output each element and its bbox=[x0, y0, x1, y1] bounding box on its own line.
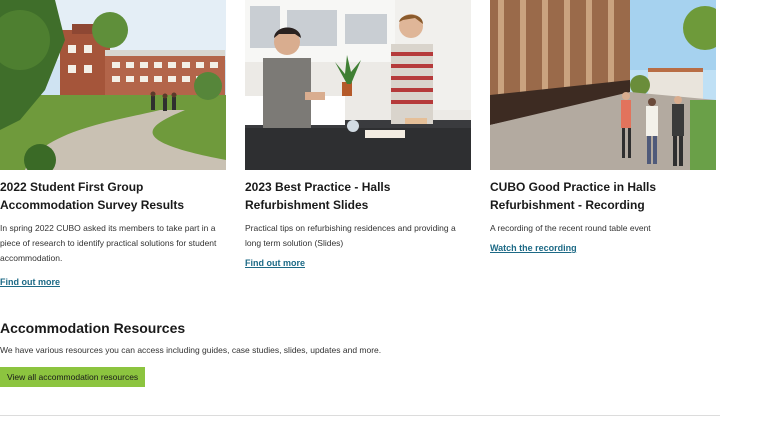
find-out-more-link[interactable]: Find out more bbox=[245, 258, 305, 268]
kitchen-photo-illustration bbox=[245, 0, 471, 170]
halls-building-photo[interactable] bbox=[490, 0, 716, 170]
card-title: 2022 Student First Group Accommodation S… bbox=[0, 180, 185, 212]
card-description: Practical tips on refurbishing residence… bbox=[245, 223, 456, 248]
card-description: A recording of the recent round table ev… bbox=[490, 223, 651, 233]
campus-photo[interactable] bbox=[0, 0, 226, 170]
campus-photo-illustration bbox=[0, 0, 226, 170]
find-out-more-link[interactable]: Find out more bbox=[0, 277, 60, 287]
building-photo-illustration bbox=[490, 0, 716, 170]
section-title: Accommodation Resources bbox=[0, 320, 186, 336]
view-all-resources-button[interactable]: View all accommodation resources bbox=[0, 367, 146, 387]
students-kitchen-photo[interactable] bbox=[245, 0, 471, 170]
card-refurbishment-slides: 2023 Best Practice - Halls Refurbishment… bbox=[245, 0, 471, 271]
card-title: 2023 Best Practice - Halls Refurbishment… bbox=[245, 180, 391, 212]
card-title: CUBO Good Practice in Halls Refurbishmen… bbox=[490, 180, 657, 212]
watch-recording-link[interactable]: Watch the recording bbox=[490, 243, 577, 253]
section-description: We have various resources you can access… bbox=[0, 345, 382, 355]
card-refurbishment-recording: CUBO Good Practice in Halls Refurbishmen… bbox=[490, 0, 716, 256]
card-description: In spring 2022 CUBO asked its members to… bbox=[0, 223, 217, 263]
card-survey-results: 2022 Student First Group Accommodation S… bbox=[0, 0, 226, 290]
divider bbox=[0, 415, 720, 416]
